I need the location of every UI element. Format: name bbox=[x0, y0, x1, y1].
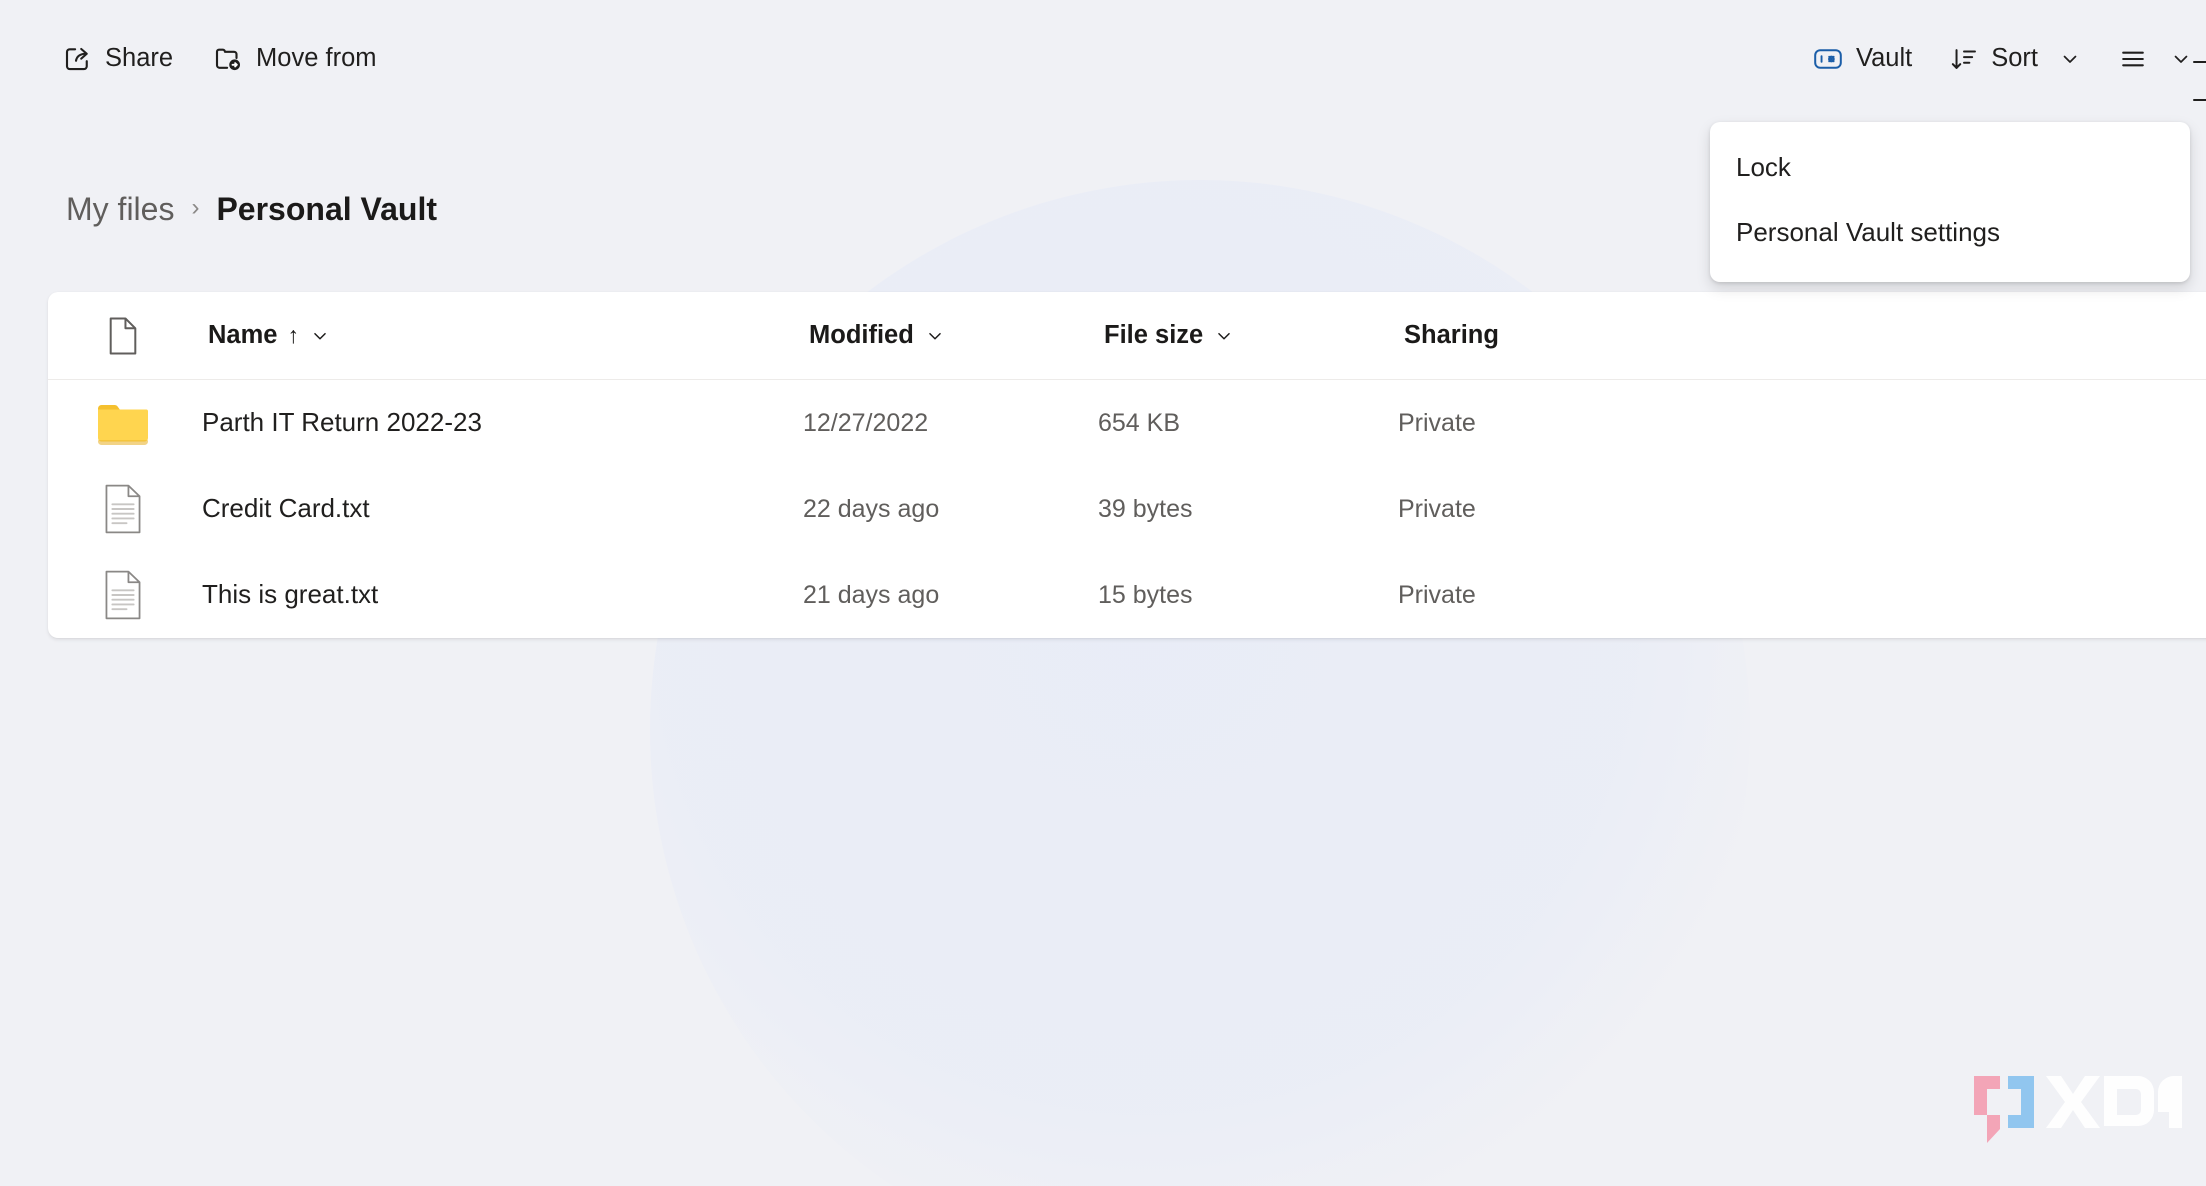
file-sharing-status: Private bbox=[1398, 409, 1476, 437]
file-name: Credit Card.txt bbox=[202, 493, 370, 524]
breadcrumb-item-my-files[interactable]: My files bbox=[62, 188, 178, 230]
vault-dropdown-menu: Lock Personal Vault settings bbox=[1710, 122, 2190, 283]
sort-button[interactable]: Sort bbox=[1934, 35, 2098, 83]
file-sharing-status: Private bbox=[1398, 581, 1476, 609]
sort-button-label: Sort bbox=[1991, 44, 2038, 73]
row-name-cell: This is great.txt bbox=[198, 579, 803, 610]
sort-descending-icon bbox=[1950, 45, 1978, 73]
row-sharing-cell: Private bbox=[1398, 580, 1698, 610]
row-modified-cell: 21 days ago bbox=[803, 580, 1098, 610]
column-header-name-label: Name bbox=[208, 320, 278, 349]
row-sharing-cell: Private bbox=[1398, 408, 1698, 438]
vault-button-label: Vault bbox=[1855, 44, 1913, 73]
move-from-button-label: Move from bbox=[256, 44, 377, 73]
vault-button[interactable]: Vault bbox=[1797, 36, 1928, 82]
table-row[interactable]: Parth IT Return 2022-23 12/27/2022 654 K… bbox=[48, 380, 2206, 466]
file-name: Parth IT Return 2022-23 bbox=[202, 407, 482, 438]
chevron-down-icon bbox=[1218, 332, 1230, 339]
row-sharing-cell: Private bbox=[1398, 494, 1698, 524]
file-sharing-status: Private bbox=[1398, 495, 1476, 523]
column-header-name[interactable]: Name ↑ bbox=[202, 319, 337, 353]
file-modified: 21 days ago bbox=[803, 581, 940, 609]
toolbar-overflow-icon[interactable] bbox=[2182, 58, 2206, 104]
column-header-sharing[interactable]: Sharing bbox=[1398, 319, 1505, 353]
row-size-cell: 15 bytes bbox=[1098, 580, 1398, 610]
row-size-cell: 39 bytes bbox=[1098, 494, 1398, 524]
table-row[interactable]: Credit Card.txt 22 days ago 39 bytes Pri… bbox=[48, 466, 2206, 552]
breadcrumb: My files › Personal Vault bbox=[62, 188, 441, 230]
row-name-cell: Parth IT Return 2022-23 bbox=[198, 407, 803, 438]
file-modified: 12/27/2022 bbox=[803, 409, 929, 437]
file-size: 15 bytes bbox=[1098, 581, 1193, 609]
column-header-size-cell: File size bbox=[1098, 319, 1398, 353]
row-name-cell: Credit Card.txt bbox=[198, 493, 803, 524]
share-button[interactable]: Share bbox=[46, 34, 189, 84]
chevron-down-icon bbox=[314, 332, 326, 339]
share-button-label: Share bbox=[105, 44, 174, 73]
row-icon-cell bbox=[48, 569, 198, 621]
column-header-file-size-label: File size bbox=[1104, 320, 1204, 349]
breadcrumb-separator-icon: › bbox=[191, 194, 200, 222]
row-modified-cell: 22 days ago bbox=[803, 494, 1098, 524]
row-icon-cell bbox=[48, 400, 198, 446]
column-header-modified-cell: Modified bbox=[803, 319, 1098, 353]
file-name: This is great.txt bbox=[202, 579, 379, 610]
share-icon bbox=[62, 44, 92, 74]
column-header-modified-label: Modified bbox=[809, 320, 914, 349]
breadcrumb-item-personal-vault: Personal Vault bbox=[216, 191, 437, 227]
column-header-name-cell: Name ↑ bbox=[198, 319, 803, 353]
list-view-icon bbox=[2117, 45, 2149, 73]
file-size: 39 bytes bbox=[1098, 495, 1193, 523]
text-file-icon bbox=[105, 484, 141, 534]
move-to-folder-icon bbox=[213, 44, 243, 74]
move-from-button[interactable]: Move from bbox=[197, 34, 392, 84]
column-header-modified[interactable]: Modified bbox=[803, 319, 952, 353]
column-header-sharing-cell: Sharing bbox=[1398, 319, 1698, 353]
row-size-cell: 654 KB bbox=[1098, 408, 1398, 438]
row-modified-cell: 12/27/2022 bbox=[803, 408, 1098, 438]
file-modified: 22 days ago bbox=[803, 495, 940, 523]
text-file-icon bbox=[105, 570, 141, 620]
column-header-file-size[interactable]: File size bbox=[1098, 319, 1241, 353]
menu-item-lock[interactable]: Lock bbox=[1710, 135, 2190, 200]
toolbar-right-group: Vault Sort bbox=[1797, 33, 2206, 85]
column-header-icon[interactable] bbox=[48, 316, 198, 356]
table-row[interactable]: This is great.txt 21 days ago 15 bytes P… bbox=[48, 552, 2206, 638]
chevron-down-icon bbox=[2058, 47, 2082, 71]
command-toolbar: Share Move from Vault Sort bbox=[0, 0, 2206, 118]
folder-icon bbox=[98, 405, 148, 445]
chevron-down-icon bbox=[929, 332, 941, 339]
file-size: 654 KB bbox=[1098, 409, 1181, 437]
menu-item-personal-vault-settings[interactable]: Personal Vault settings bbox=[1710, 200, 2190, 265]
column-header-sharing-label: Sharing bbox=[1404, 320, 1499, 349]
sort-ascending-icon: ↑ bbox=[287, 322, 299, 348]
row-icon-cell bbox=[48, 483, 198, 535]
toolbar-left-group: Share Move from bbox=[46, 34, 393, 84]
vault-icon bbox=[1813, 47, 1843, 71]
file-list-header: Name ↑ Modified File size Sharing bbox=[48, 292, 2206, 380]
xda-watermark bbox=[1968, 1070, 2188, 1148]
file-list-card: Name ↑ Modified File size Sharing Parth … bbox=[48, 292, 2206, 638]
